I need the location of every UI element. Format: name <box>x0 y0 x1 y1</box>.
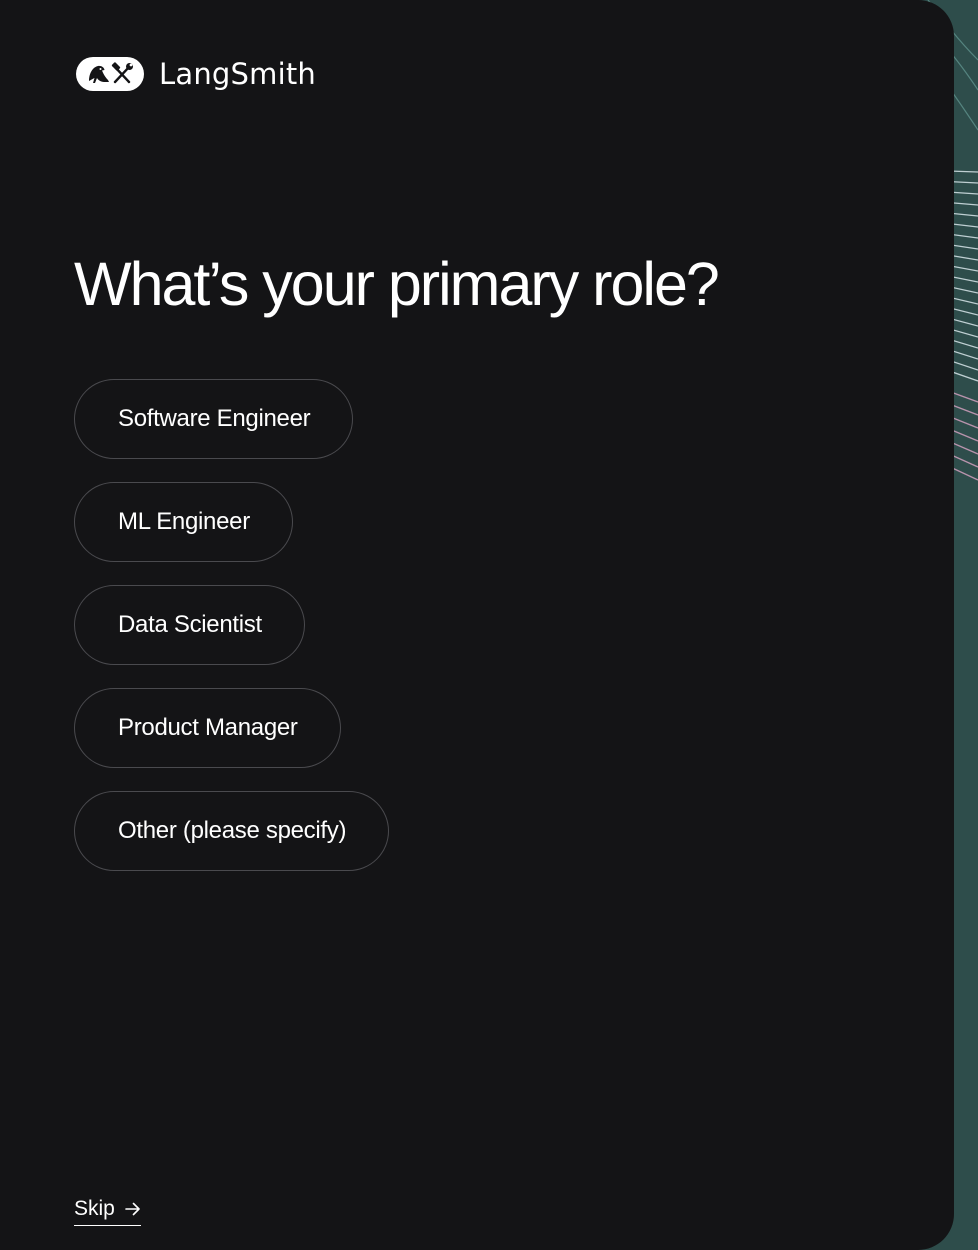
skip-link[interactable]: Skip <box>74 1197 141 1226</box>
brand-name: LangSmith <box>159 57 316 91</box>
onboarding-panel: LangSmith What’s your primary role? Soft… <box>0 0 954 1250</box>
role-option-other[interactable]: Other (please specify) <box>74 791 390 871</box>
role-option-software-engineer[interactable]: Software Engineer <box>74 379 354 459</box>
parrot-tools-icon <box>76 57 144 91</box>
role-option-data-scientist[interactable]: Data Scientist <box>74 585 305 665</box>
page-title: What’s your primary role? <box>74 250 720 318</box>
role-option-product-manager[interactable]: Product Manager <box>74 688 341 768</box>
arrow-right-icon <box>125 1202 141 1216</box>
role-options: Software Engineer ML Engineer Data Scien… <box>74 379 390 894</box>
brand: LangSmith <box>76 56 316 92</box>
role-option-ml-engineer[interactable]: ML Engineer <box>74 482 293 562</box>
skip-label: Skip <box>74 1197 115 1220</box>
